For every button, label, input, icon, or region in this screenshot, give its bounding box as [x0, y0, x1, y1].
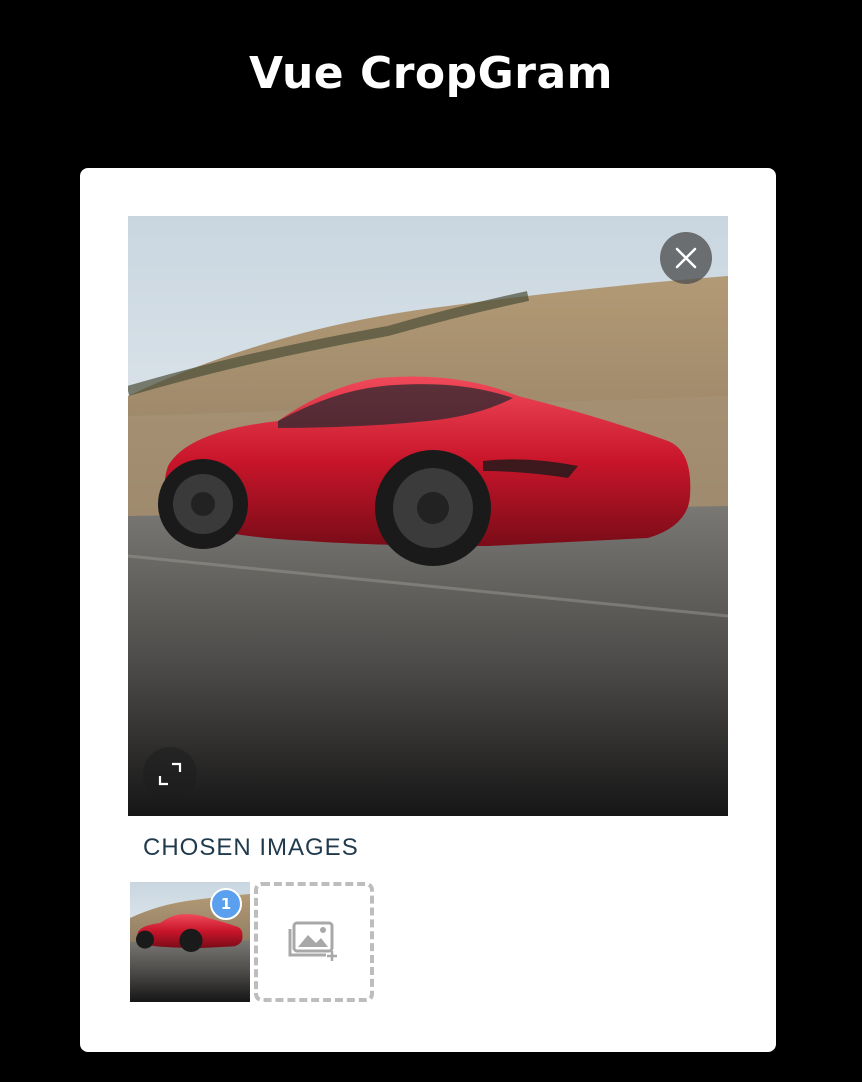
chosen-images-label: CHOSEN IMAGES — [143, 834, 359, 861]
add-image-icon — [288, 921, 337, 961]
cropgram-card: CHOSEN IMAGES 1 — [80, 168, 776, 1052]
close-button[interactable] — [660, 232, 712, 284]
add-image-button[interactable] — [254, 882, 374, 1002]
close-icon — [675, 247, 697, 269]
image-preview[interactable] — [128, 216, 728, 816]
expand-icon — [158, 762, 182, 786]
page-title: Vue CropGram — [248, 48, 614, 99]
selection-count-badge: 1 — [210, 888, 242, 920]
car-photo — [128, 216, 728, 816]
expand-button[interactable] — [143, 747, 197, 801]
